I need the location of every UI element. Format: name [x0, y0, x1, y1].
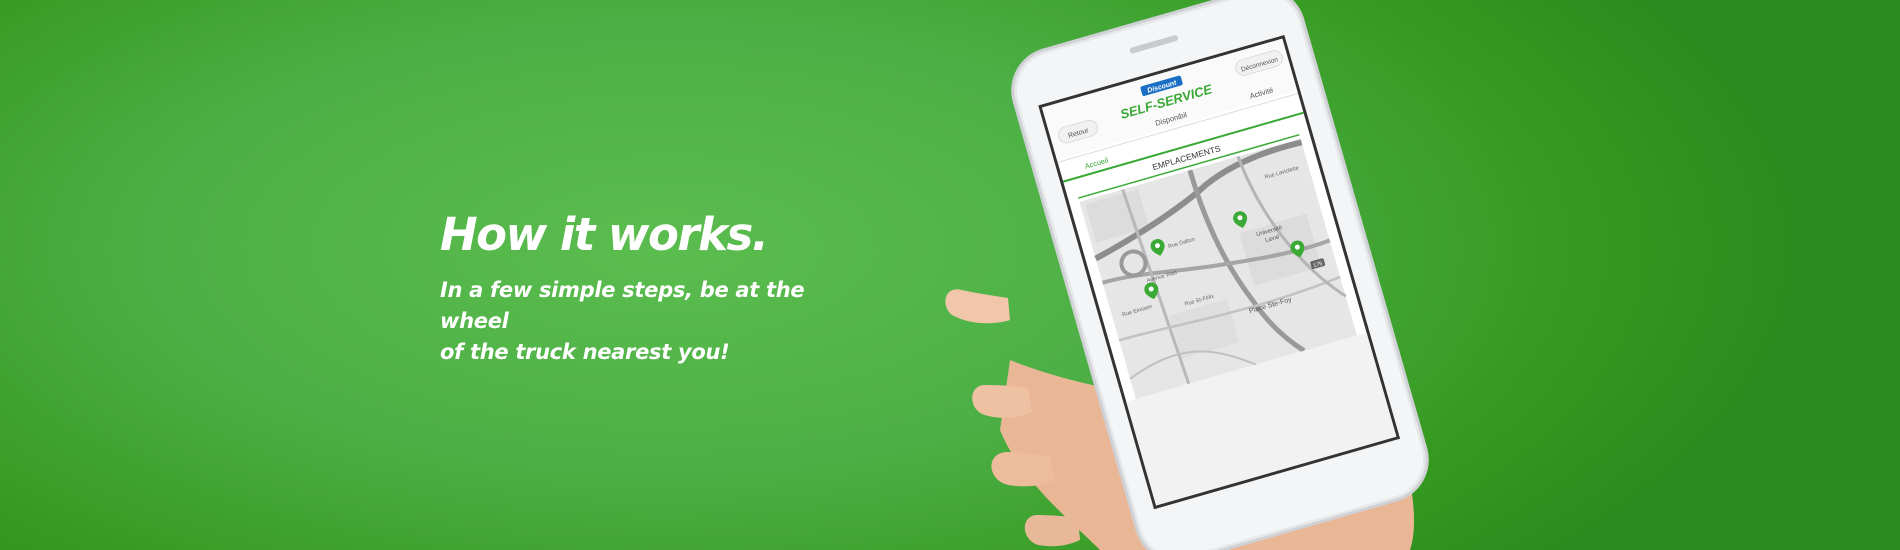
hand-finger-middle: [972, 385, 1032, 418]
hero-section: How it works. In a few simple steps, be …: [440, 208, 860, 368]
hand-finger-index: [945, 289, 1010, 324]
phone-illustration: Retour Déconnexion Discount SELF-SERVICE…: [945, 0, 1429, 550]
hand-finger-ring: [991, 452, 1055, 487]
hero-title: How it works.: [440, 208, 769, 261]
hero-subtitle-line1: In a few simple steps, be at the wheel: [440, 278, 805, 333]
hand-finger-pinky: [1024, 515, 1080, 547]
hero-subtitle: In a few simple steps, be at the wheel o…: [440, 275, 860, 368]
hero-subtitle-line2: of the truck nearest you!: [440, 340, 730, 364]
